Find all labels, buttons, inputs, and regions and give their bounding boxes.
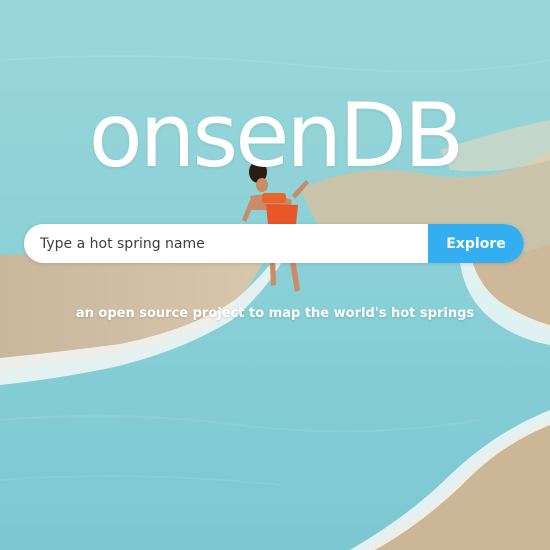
explore-button[interactable]: Explore xyxy=(428,224,524,263)
tagline: an open source project to map the world'… xyxy=(75,306,475,321)
search-input[interactable] xyxy=(24,224,428,263)
site-logo: onsenDB xyxy=(88,84,465,187)
hero-section: onsenDB Explore an open source project t… xyxy=(0,0,550,550)
search-bar: Explore xyxy=(24,224,524,263)
